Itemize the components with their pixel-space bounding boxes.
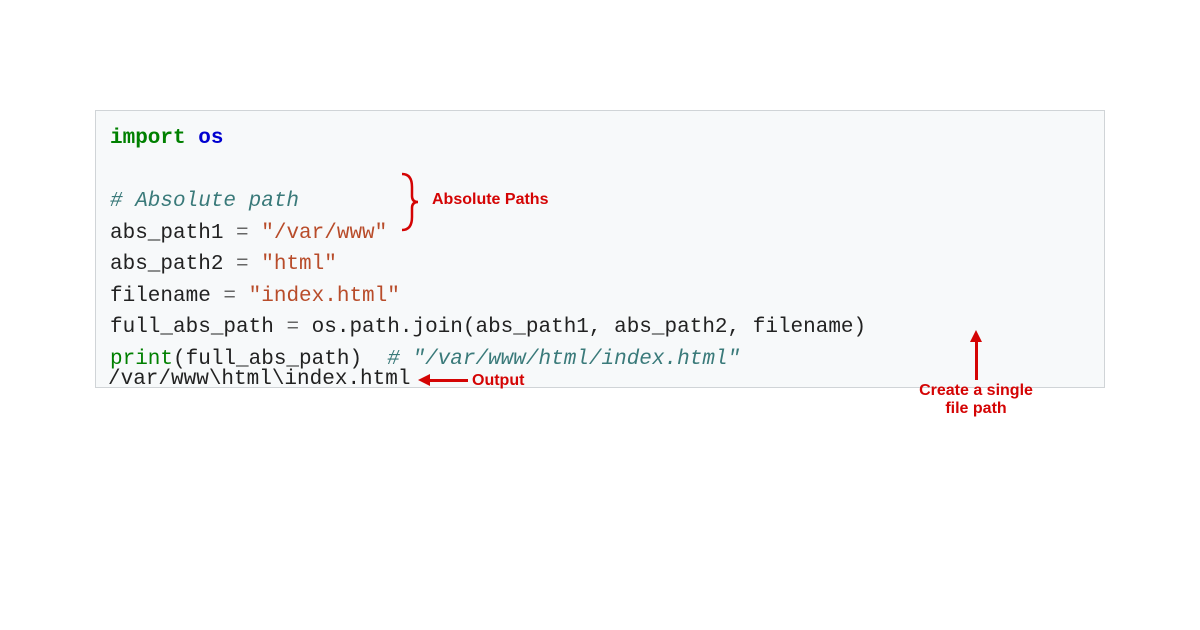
call-join: os.path.join(abs_path1, abs_path2, filen… [299,316,866,339]
code-line-5: filename = "index.html" [110,281,1090,313]
comment-text: # Absolute path [110,190,299,213]
code-line-4: abs_path2 = "html" [110,249,1090,281]
output-text: /var/www\html\index.html [108,368,410,391]
annotation-absolute-paths: Absolute Paths [432,191,548,209]
annotation-output: Output [472,372,524,390]
code-line-3: abs_path1 = "/var/www" [110,218,1090,250]
var-full-abs-path: full_abs_path [110,316,286,339]
annotation-single-path: Create a single file path [906,382,1046,418]
module-name: os [186,127,224,150]
code-block: import os # Absolute path abs_path1 = "/… [95,110,1105,388]
code-line-6: full_abs_path = os.path.join(abs_path1, … [110,312,1090,344]
comment-output: # "/var/www/html/index.html" [387,348,740,371]
var-filename: filename [110,285,223,308]
var-abs-path1: abs_path1 [110,222,236,245]
arrow-left-icon [418,374,468,386]
equals-op: = [236,253,249,276]
code-line-comment: # Absolute path [110,186,1090,218]
equals-op: = [236,222,249,245]
string-literal: "index.html" [236,285,400,308]
string-literal: "html" [249,253,337,276]
string-literal: "/var/www" [249,222,388,245]
var-abs-path2: abs_path2 [110,253,236,276]
import-keyword: import [110,127,186,150]
arrow-up-icon [970,330,982,380]
code-line-1: import os [110,123,1090,155]
equals-op: = [223,285,236,308]
equals-op: = [286,316,299,339]
brace-icon [400,172,420,228]
code-line-blank [110,155,1090,187]
